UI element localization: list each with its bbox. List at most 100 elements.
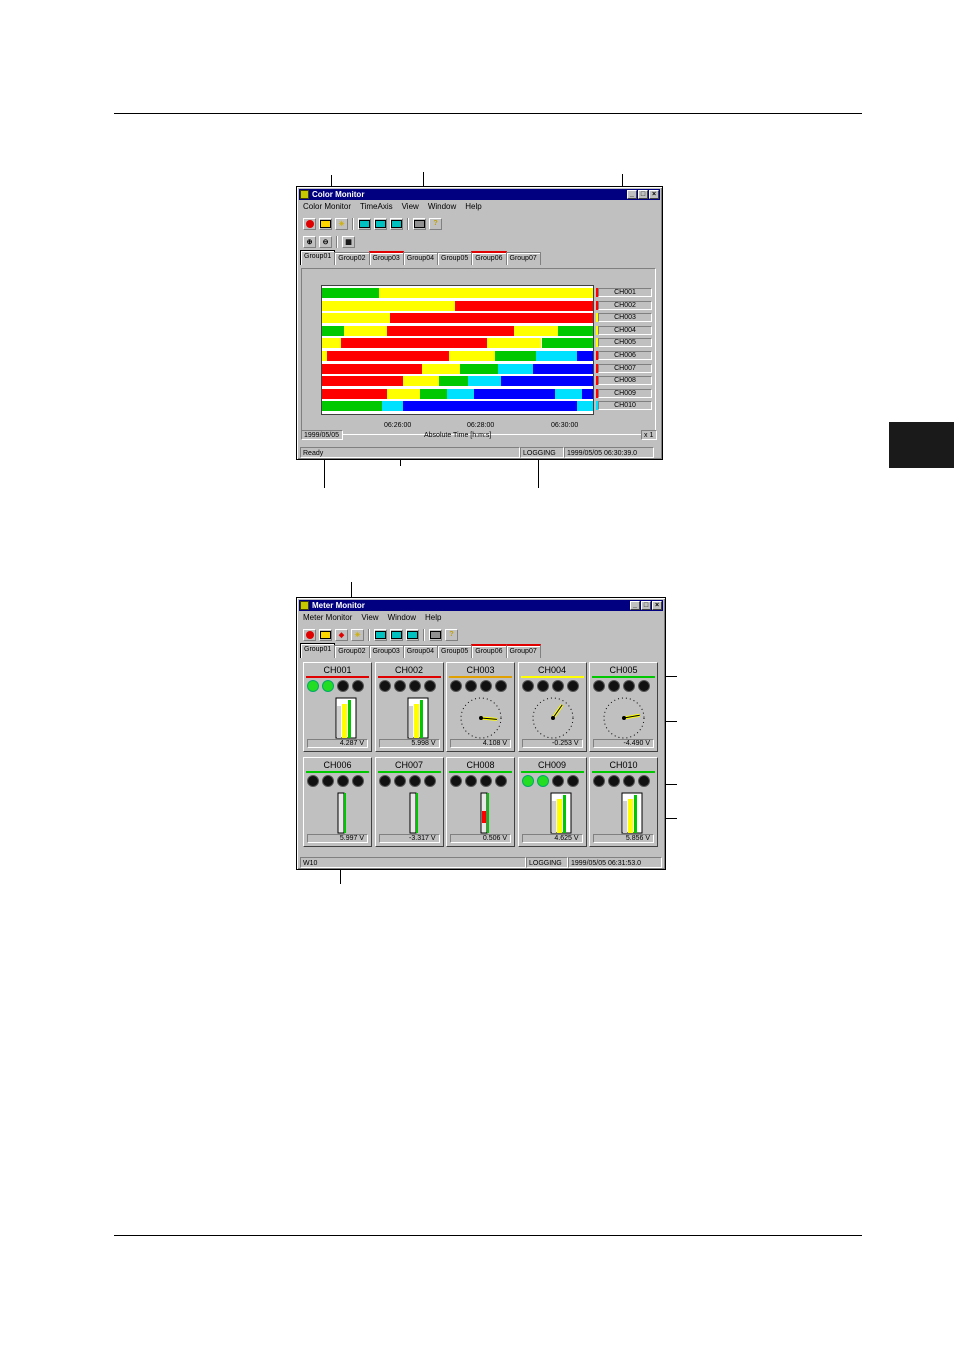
- menu-view[interactable]: View: [361, 612, 378, 623]
- band-segment: [460, 363, 499, 374]
- minimize-button[interactable]: _: [630, 601, 640, 610]
- menu-help[interactable]: Help: [425, 612, 441, 623]
- maximize-button[interactable]: □: [638, 190, 648, 199]
- tab-group02[interactable]: Group02: [334, 252, 370, 265]
- menu-color-monitor[interactable]: Color Monitor: [303, 201, 351, 212]
- alarm-lamp: [593, 775, 605, 787]
- dial-gauge: [532, 697, 573, 739]
- group-tabs: Group01 Group02 Group03 Group04 Group05 …: [300, 643, 662, 658]
- band-segment: [322, 288, 379, 298]
- channel-band-row: [322, 388, 593, 399]
- band-segment: [378, 288, 593, 298]
- tab-group04[interactable]: Group04: [402, 645, 438, 658]
- alarm-lamps: [593, 680, 650, 692]
- alarm-lamp: [521, 775, 534, 787]
- ch-prev-icon[interactable]: [374, 217, 387, 230]
- meter-ch002[interactable]: CH002 5.998 V: [374, 662, 444, 752]
- menu-window[interactable]: Window: [388, 612, 416, 623]
- pause-button[interactable]: [303, 217, 316, 230]
- status-text: W10: [300, 857, 526, 868]
- help-icon[interactable]: ?: [429, 217, 442, 230]
- meter-status-line: [449, 676, 512, 678]
- spark-icon[interactable]: ✳: [335, 217, 348, 230]
- alarm-lamp: [423, 775, 436, 787]
- ch-prev-icon[interactable]: [390, 628, 403, 641]
- close-button[interactable]: ×: [652, 601, 662, 610]
- window-title: Meter Monitor: [312, 601, 365, 610]
- tab-group05[interactable]: Group05: [437, 252, 473, 265]
- maximize-button[interactable]: □: [641, 601, 651, 610]
- meter-ch006[interactable]: CH006 5.997 V: [303, 757, 372, 847]
- status-time: 1999/05/05 06:31:53.0: [568, 857, 662, 868]
- channel-band-row: [322, 313, 593, 324]
- tape-icon[interactable]: [319, 217, 332, 230]
- tab-group01[interactable]: Group01: [300, 643, 336, 658]
- spark-icon[interactable]: ✳: [351, 628, 364, 641]
- print-icon[interactable]: [413, 217, 426, 230]
- minimize-button[interactable]: _: [627, 190, 637, 199]
- band-segment: [340, 338, 488, 349]
- meter-value: 5.856 V: [593, 834, 654, 843]
- ch-icon[interactable]: [358, 217, 371, 230]
- alarm-lamps: [593, 775, 650, 787]
- bar-gauge: [621, 792, 643, 834]
- alarm-lamp: [536, 775, 549, 787]
- meter-ch001[interactable]: CH001 4.287 V: [303, 662, 372, 752]
- ch-next-icon[interactable]: [406, 628, 419, 641]
- meter-status-line: [592, 771, 655, 773]
- meter-title: CH001: [323, 665, 352, 675]
- ch-next-icon[interactable]: [390, 217, 403, 230]
- meter-ch010[interactable]: CH010 5.856 V: [589, 757, 658, 847]
- tab-group03[interactable]: Group03: [368, 645, 404, 658]
- menu-timeaxis[interactable]: TimeAxis: [360, 201, 393, 212]
- color-band-plot: [321, 285, 594, 415]
- meter-ch004[interactable]: CH004 -0.253 V: [517, 662, 587, 752]
- bar-gauge: [550, 792, 571, 834]
- menu-window[interactable]: Window: [428, 201, 456, 212]
- tab-group06[interactable]: Group06: [471, 251, 507, 265]
- close-button[interactable]: ×: [649, 190, 659, 199]
- tab-group03[interactable]: Group03: [368, 251, 404, 265]
- print-icon[interactable]: [429, 628, 442, 641]
- alarm-lamp: [337, 775, 349, 787]
- tab-group04[interactable]: Group04: [402, 252, 438, 265]
- time-tick: 06:28:00: [467, 422, 495, 429]
- tape-icon[interactable]: [319, 628, 332, 641]
- vertical-bar-gauge: [337, 792, 346, 834]
- channel-label: CH004: [598, 325, 652, 335]
- title-bar: Meter Monitor _ □ ×: [299, 600, 663, 611]
- tab-group06[interactable]: Group06: [471, 644, 507, 658]
- alarm-lamp: [638, 680, 650, 692]
- menu-meter-monitor[interactable]: Meter Monitor: [303, 612, 352, 623]
- band-segment: [403, 376, 439, 387]
- alarm-lamp: [608, 680, 620, 692]
- grid-icon[interactable]: ▦: [342, 235, 355, 248]
- tab-group07[interactable]: Group07: [505, 252, 541, 265]
- meter-icon[interactable]: ◆: [335, 628, 348, 641]
- meter-ch005[interactable]: CH005 -4.490 V: [589, 662, 658, 752]
- menu-help[interactable]: Help: [465, 201, 481, 212]
- tab-group05[interactable]: Group05: [437, 645, 473, 658]
- band-segment: [381, 401, 404, 412]
- zoom-in-icon[interactable]: ⊕: [303, 235, 316, 248]
- meter-ch009[interactable]: CH009 4.625 V: [517, 757, 587, 847]
- meter-title: CH003: [466, 665, 495, 675]
- menu-view[interactable]: View: [402, 201, 419, 212]
- vertical-bar-gauge: [409, 792, 418, 834]
- meter-value: 5.998 V: [378, 739, 440, 748]
- pause-button[interactable]: [303, 628, 316, 641]
- channel-label: CH001: [598, 288, 652, 297]
- tab-group07[interactable]: Group07: [505, 644, 541, 658]
- meter-value: -0.253 V: [521, 739, 583, 748]
- help-icon[interactable]: ?: [445, 628, 458, 641]
- zoom-out-icon[interactable]: ⊖: [319, 235, 332, 248]
- ch-icon[interactable]: [374, 628, 387, 641]
- meter-ch007[interactable]: CH007 -3.317 V: [374, 757, 444, 847]
- tab-group01[interactable]: Group01: [300, 250, 336, 265]
- meter-ch008[interactable]: CH008 0.506 V: [446, 757, 515, 847]
- alarm-lamps: [378, 680, 436, 692]
- band-segment: [555, 388, 583, 399]
- meter-ch003[interactable]: CH003 4.108 V: [446, 662, 515, 752]
- alarm-lamp: [593, 680, 605, 692]
- tab-group02[interactable]: Group02: [334, 645, 370, 658]
